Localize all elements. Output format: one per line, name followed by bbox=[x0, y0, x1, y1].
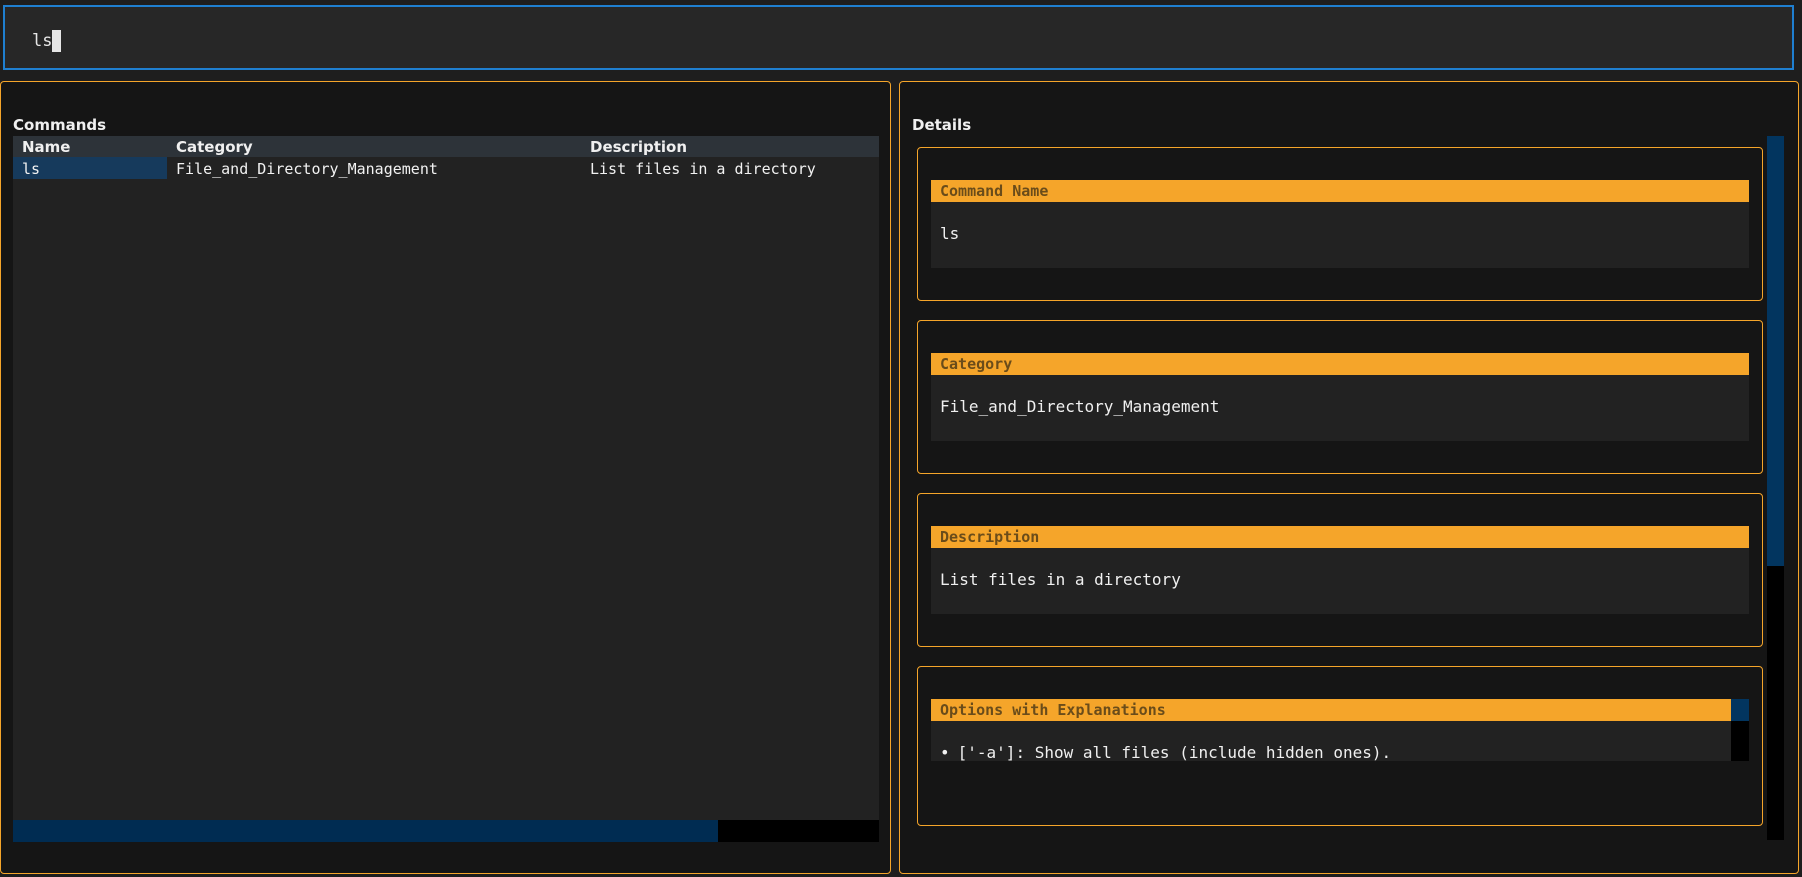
cell-description[interactable]: List files in a directory bbox=[590, 160, 816, 178]
horizontal-scrollbar-thumb[interactable] bbox=[13, 820, 718, 842]
text-cursor bbox=[52, 30, 62, 52]
command-name-label: Command Name bbox=[931, 180, 1749, 202]
column-header-name[interactable]: Name bbox=[22, 138, 70, 156]
description-label: Description bbox=[931, 526, 1749, 548]
description-card: Description List files in a directory bbox=[917, 493, 1763, 647]
options-scrollbar-thumb[interactable] bbox=[1731, 699, 1749, 721]
column-header-category[interactable]: Category bbox=[176, 138, 253, 156]
options-scrollbar-track[interactable] bbox=[1731, 721, 1749, 761]
cell-category[interactable]: File_and_Directory_Management bbox=[176, 160, 438, 178]
category-card: Category File_and_Directory_Management bbox=[917, 320, 1763, 474]
bullet-icon: • bbox=[940, 743, 950, 762]
details-scrollbar[interactable] bbox=[1767, 136, 1784, 840]
horizontal-scrollbar[interactable] bbox=[13, 820, 879, 842]
search-input-value: ls bbox=[32, 31, 53, 51]
cell-name[interactable]: ls bbox=[22, 160, 40, 178]
category-value: File_and_Directory_Management bbox=[931, 375, 1749, 441]
options-card: Options with Explanations • ['-a']: Show … bbox=[917, 666, 1763, 826]
column-header-description[interactable]: Description bbox=[590, 138, 687, 156]
command-name-value: ls bbox=[931, 202, 1749, 268]
command-name-card: Command Name ls bbox=[917, 147, 1763, 301]
details-scrollbar-thumb[interactable] bbox=[1767, 136, 1784, 566]
table-header: Name Category Description bbox=[13, 136, 879, 157]
description-value: List files in a directory bbox=[931, 548, 1749, 614]
commands-table[interactable]: Name Category Description ls File_and_Di… bbox=[13, 136, 879, 820]
options-label: Options with Explanations bbox=[931, 699, 1731, 721]
commands-panel: Commands Name Category Description ls Fi… bbox=[0, 81, 891, 874]
options-list: • ['-a']: Show all files (include hidden … bbox=[931, 721, 1749, 762]
category-label: Category bbox=[931, 353, 1749, 375]
search-input[interactable]: ls bbox=[3, 5, 1794, 70]
details-panel-title: Details bbox=[912, 116, 972, 134]
option-item: ['-a']: Show all files (include hidden o… bbox=[957, 743, 1392, 762]
table-row[interactable]: ls File_and_Directory_Management List fi… bbox=[13, 157, 879, 179]
commands-panel-title: Commands bbox=[13, 116, 107, 134]
details-panel: Details Command Name ls Category File_an… bbox=[899, 81, 1799, 874]
